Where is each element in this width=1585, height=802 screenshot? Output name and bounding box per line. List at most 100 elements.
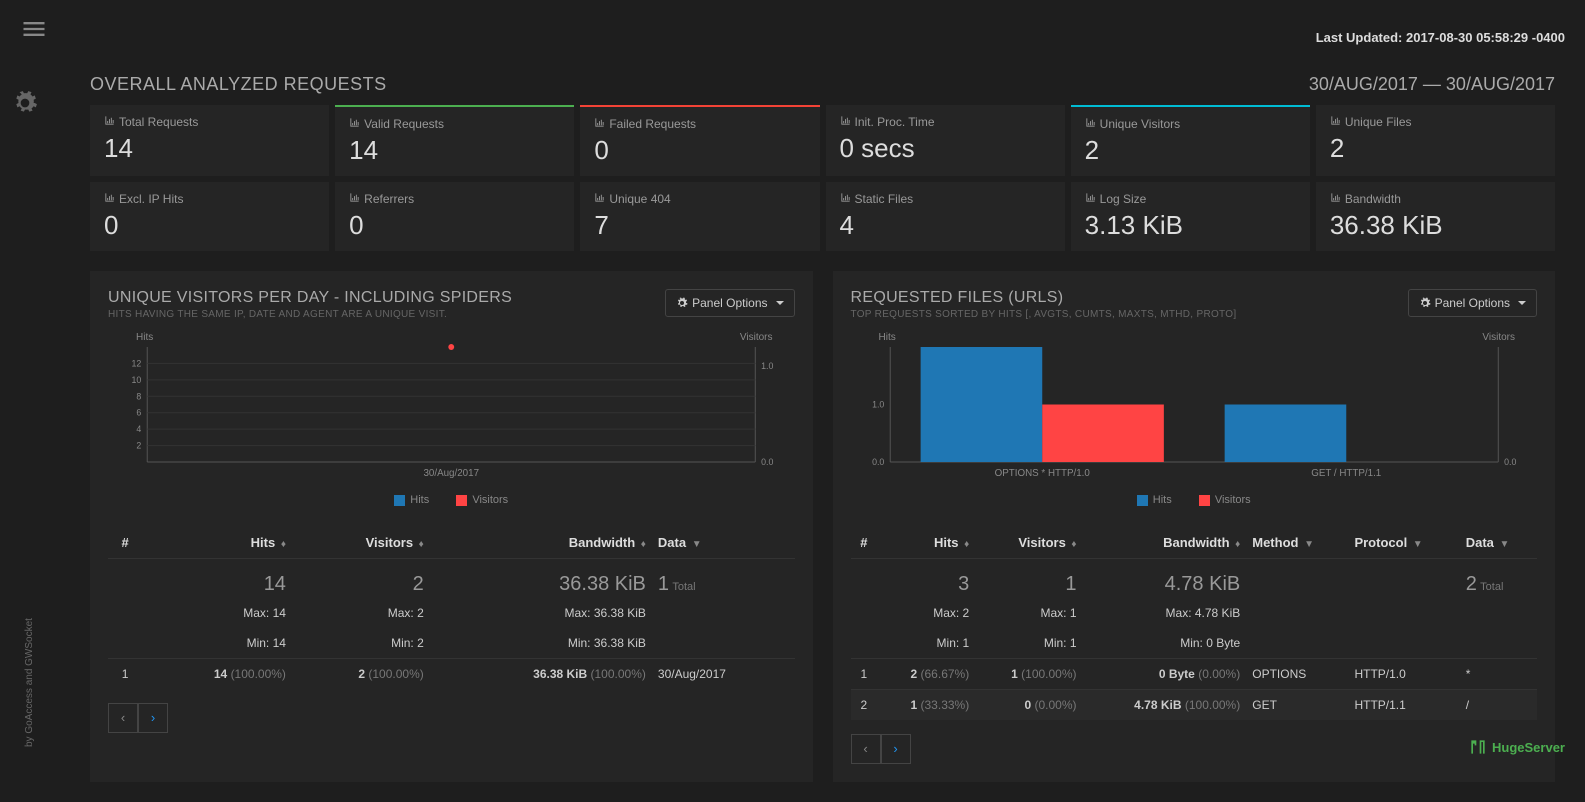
column-header[interactable]: Bandwidth ♦ [1083,527,1247,559]
svg-text:0.0: 0.0 [761,457,773,467]
column-header[interactable]: Visitors ♦ [292,527,430,559]
stat-label: Total Requests [104,115,315,129]
y-axis-right-label: Visitors [740,332,773,343]
files-panel-title: REQUESTED FILES (URLS) [851,289,1237,307]
svg-text:0.0: 0.0 [1504,457,1516,467]
y-axis-right-label: Visitors [1482,332,1515,343]
summary-sub-row: Max: 2Max: 1Max: 4.78 KiB [851,598,1538,628]
legend-visitors-color [456,495,467,506]
column-header[interactable]: Protocol ▼ [1348,527,1459,559]
svg-text:10: 10 [132,375,142,385]
visitors-panel-title: UNIQUE VISITORS PER DAY - INCLUDING SPID… [108,289,512,307]
summary-row: 14 2 36.38 KiB 1 Total [108,558,795,598]
brand-logo[interactable]: HugeServer [1468,737,1565,757]
stat-card[interactable]: Referrers 0 [335,182,574,251]
summary-sub-row: Min: 14Min: 2Min: 36.38 KiB [108,628,795,659]
gear-icon [676,297,688,309]
footer-attribution: by GoAccess and GWSocket [24,618,35,747]
svg-text:1.0: 1.0 [872,399,884,409]
stat-card[interactable]: Init. Proc. Time 0 secs [826,105,1065,176]
svg-text:30/Aug/2017: 30/Aug/2017 [423,468,479,479]
legend-hits-color [394,495,405,506]
pager-next-button[interactable]: › [138,703,168,733]
stat-card[interactable]: Static Files 4 [826,182,1065,251]
visitors-legend: Hits Visitors [108,494,795,509]
summary-sub-row: Min: 1Min: 1Min: 0 Byte [851,628,1538,659]
stat-card[interactable]: Unique Visitors 2 [1071,105,1310,176]
column-header[interactable]: Hits ♦ [877,527,975,559]
column-header[interactable]: Data ▼ [1460,527,1537,559]
hamburger-icon [20,15,48,43]
bar-chart-icon [594,117,605,131]
stat-label: Failed Requests [594,117,805,131]
topbar: Last Updated: 2017-08-30 05:58:29 -0400 [0,0,1585,60]
files-table: # Hits ♦Visitors ♦Bandwidth ♦Method ▼Pro… [851,527,1538,720]
stat-card[interactable]: Unique Files 2 [1316,105,1555,176]
column-header[interactable]: Bandwidth ♦ [430,527,652,559]
bar-chart-icon [1085,117,1096,131]
y-axis-left-label: Hits [136,332,153,343]
legend-visitors-color [1199,495,1210,506]
stat-value: 0 [349,210,560,241]
gear-icon [1419,297,1431,309]
settings-button[interactable] [12,90,38,119]
bar-chart-icon [104,115,115,129]
gear-icon [12,90,38,116]
stat-value: 0 secs [840,133,1051,164]
y-axis-left-label: Hits [879,332,896,343]
bar-chart-icon [594,192,605,206]
column-header[interactable]: Data ▼ [652,527,795,559]
stat-card[interactable]: Valid Requests 14 [335,105,574,176]
stat-card[interactable]: Failed Requests 0 [580,105,819,176]
svg-text:4: 4 [136,424,141,434]
overview-title: OVERALL ANALYZED REQUESTS [90,74,387,95]
files-panel-subtitle: TOP REQUESTS SORTED BY HITS [, AVGTS, CU… [851,309,1237,320]
bar-chart-icon [349,192,360,206]
panel-options-button[interactable]: Panel Options [665,289,794,317]
table-row[interactable]: 2 1 (33.33%) 0 (0.00%) 4.78 KiB (100.00%… [851,689,1538,720]
stats-grid: Total Requests 14 Valid Requests 14 Fail… [90,105,1555,251]
bar-chart-icon [1330,192,1341,206]
stat-card[interactable]: Total Requests 14 [90,105,329,176]
overview-header: OVERALL ANALYZED REQUESTS 30/AUG/2017 — … [90,74,1555,95]
visitors-chart: Hits Visitors 246810120.01.030/Aug/2017 [108,335,795,490]
panel-options-button[interactable]: Panel Options [1408,289,1537,317]
bar-chart-icon [104,192,115,206]
table-row[interactable]: 1 14 (100.00%) 2 (100.00%) 36.38 KiB (10… [108,658,795,689]
pager: ‹ › [108,703,795,733]
visitors-panel: UNIQUE VISITORS PER DAY - INCLUDING SPID… [90,271,813,782]
svg-text:2: 2 [136,440,141,450]
pager-prev-button[interactable]: ‹ [851,734,881,764]
panel-options-label: Panel Options [692,296,767,310]
visitors-panel-subtitle: HITS HAVING THE SAME IP, DATE AND AGENT … [108,309,512,320]
bar-chart-icon [349,117,360,131]
stat-card[interactable]: Log Size 3.13 KiB [1071,182,1310,251]
legend-hits-color [1137,495,1148,506]
last-updated-label: Last Updated: 2017-08-30 05:58:29 -0400 [1316,30,1565,45]
brand-icon [1468,737,1488,757]
stat-card[interactable]: Bandwidth 36.38 KiB [1316,182,1555,251]
stat-value: 7 [594,210,805,241]
stat-card[interactable]: Excl. IP Hits 0 [90,182,329,251]
column-header[interactable]: Method ▼ [1246,527,1348,559]
pager-next-button[interactable]: › [881,734,911,764]
stat-label: Init. Proc. Time [840,115,1051,129]
stat-card[interactable]: Unique 404 7 [580,182,819,251]
bar-chart-icon [1330,115,1341,129]
column-header[interactable]: # [108,527,142,559]
stat-value: 14 [349,135,560,166]
pager-prev-button[interactable]: ‹ [108,703,138,733]
menu-toggle-button[interactable] [20,15,48,46]
column-header[interactable]: Visitors ♦ [975,527,1082,559]
stat-label: Excl. IP Hits [104,192,315,206]
files-panel: REQUESTED FILES (URLS) TOP REQUESTS SORT… [833,271,1556,782]
svg-text:OPTIONS * HTTP/1.0: OPTIONS * HTTP/1.0 [994,468,1090,479]
content: Dashboard OVERALL ANALYZED REQUESTS 30/A… [60,0,1585,802]
column-header[interactable]: Hits ♦ [142,527,292,559]
panel-options-label: Panel Options [1435,296,1510,310]
column-header[interactable]: # [851,527,878,559]
stat-value: 2 [1330,133,1541,164]
table-row[interactable]: 1 2 (66.67%) 1 (100.00%) 0 Byte (0.00%) … [851,658,1538,689]
files-legend: Hits Visitors [851,494,1538,509]
stat-value: 2 [1085,135,1296,166]
